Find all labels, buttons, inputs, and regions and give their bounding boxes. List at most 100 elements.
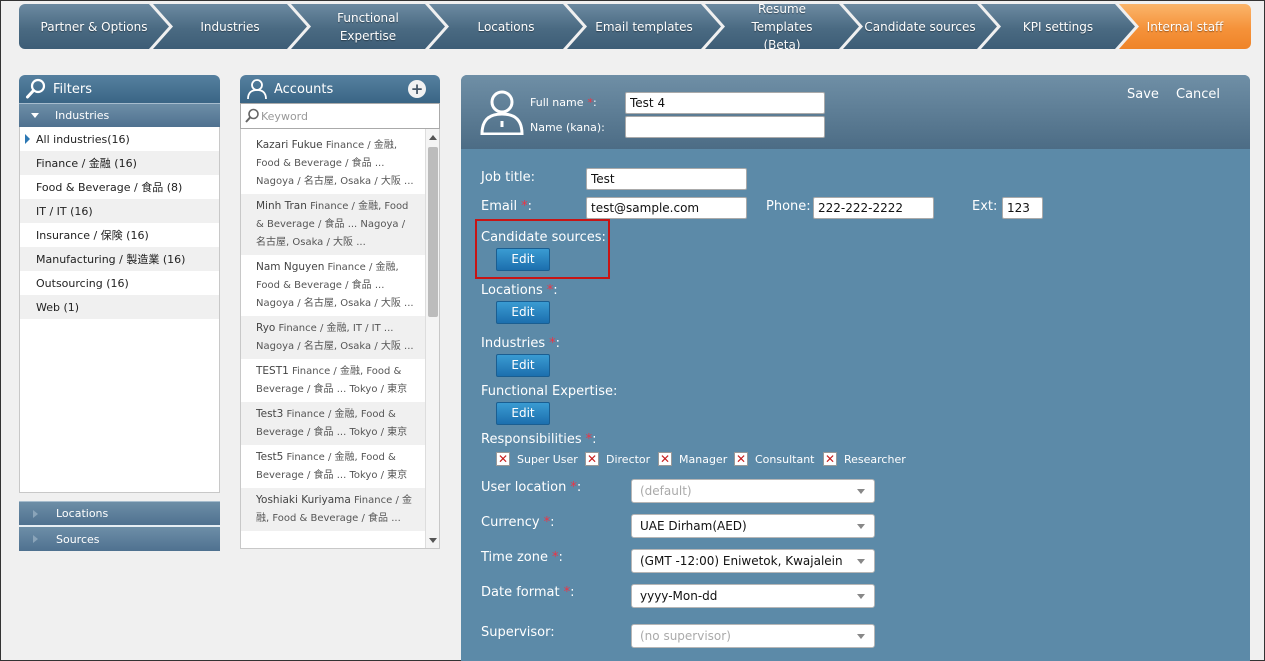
scroll-down-arrow-icon[interactable] xyxy=(429,538,437,543)
responsibilities-label: Responsibilities *: xyxy=(481,432,597,447)
locations-label-text: Locations xyxy=(481,283,543,298)
account-row[interactable]: Test5 Finance / 金融, Food & Beverage / 食品… xyxy=(241,445,425,488)
account-detail: Finance / 金融, xyxy=(324,262,399,273)
locations-label: Locations *: xyxy=(481,283,558,298)
account-line: Test5 Finance / 金融, Food & xyxy=(256,448,419,467)
account-detail: Nagoya / 名古屋, Osaka / 大阪 ... xyxy=(256,176,414,187)
wizard-steps: Partner & Options Industries Functional … xyxy=(19,4,1251,49)
industry-item-it[interactable]: IT / IT (16) xyxy=(20,199,219,223)
colon: : xyxy=(570,585,575,600)
supervisor-select[interactable]: (no supervisor) xyxy=(631,624,875,648)
staff-detail-header: Full name*: Name (kana): Save Cancel xyxy=(461,75,1250,149)
industries-label: Industries *: xyxy=(481,336,560,351)
responsibility-manager-checkbox[interactable]: ✕ Manager xyxy=(658,452,727,466)
wizard-step-industries[interactable]: Industries xyxy=(153,4,307,49)
chevron-right-icon xyxy=(33,509,38,518)
currency-label-text: Currency xyxy=(481,515,540,530)
account-row[interactable]: Test3 Finance / 金融, Food & Beverage / 食品… xyxy=(241,402,425,445)
account-name: Yoshiaki Kuriyama xyxy=(256,494,351,506)
industries-label-text: Industries xyxy=(481,336,546,351)
account-line: Kazari Fukue Finance / 金融, xyxy=(256,136,419,155)
add-account-button[interactable]: + xyxy=(408,80,426,98)
account-detail: Nagoya / 名古屋, Osaka / 大阪 ... xyxy=(256,341,414,352)
checkbox-x-icon: ✕ xyxy=(496,452,510,466)
industries-section-toggle[interactable]: Industries xyxy=(19,103,220,127)
responsibility-consultant-checkbox[interactable]: ✕ Consultant xyxy=(734,452,814,466)
industry-label: Insurance / 保険 (16) xyxy=(36,229,149,242)
job-title-input[interactable] xyxy=(586,168,747,190)
industry-item-all[interactable]: All industries(16) xyxy=(20,127,219,151)
sources-section-toggle[interactable]: Sources xyxy=(19,525,220,551)
account-row[interactable]: Minh Tran Finance / 金融, Food & Beverage … xyxy=(241,194,425,255)
wizard-step-functional-expertise[interactable]: Functional Expertise xyxy=(291,4,445,49)
wizard-step-kpi-settings[interactable]: KPI settings xyxy=(981,4,1135,49)
responsibility-researcher-checkbox[interactable]: ✕ Researcher xyxy=(823,452,906,466)
account-detail: Beverage / 食品 ... Tokyo / 東京 xyxy=(256,427,408,438)
ext-input[interactable] xyxy=(1002,197,1043,219)
account-detail: Food & Beverage / 食品 ... xyxy=(256,280,385,291)
cancel-button[interactable]: Cancel xyxy=(1176,87,1220,102)
account-row[interactable]: Kazari Fukue Finance / 金融, Food & Bevera… xyxy=(241,133,425,194)
account-detail: Beverage / 食品 ... Tokyo / 東京 xyxy=(256,470,408,481)
filters-title: Filters xyxy=(53,81,92,97)
industry-item-finance[interactable]: Finance / 金融 (16) xyxy=(20,151,219,175)
staff-detail-panel: Full name*: Name (kana): Save Cancel Job… xyxy=(461,75,1250,661)
wizard-step-resume-templates[interactable]: Resume Templates (Beta) xyxy=(705,4,859,49)
scroll-up-arrow-icon[interactable] xyxy=(429,135,437,140)
wizard-step-partner-options[interactable]: Partner & Options xyxy=(19,4,169,49)
wizard-step-locations[interactable]: Locations xyxy=(429,4,583,49)
dropdown-arrow-icon xyxy=(857,489,865,494)
save-button[interactable]: Save xyxy=(1127,87,1159,102)
candidate-sources-edit-button[interactable]: Edit xyxy=(496,248,550,271)
industry-label: Outsourcing (16) xyxy=(36,276,129,290)
date-format-label-text: Date format xyxy=(481,585,560,600)
time-zone-label: Time zone *: xyxy=(481,550,563,565)
account-row[interactable]: TEST1 Finance / 金融, Food & Beverage / 食品… xyxy=(241,359,425,402)
wizard-step-email-templates[interactable]: Email templates xyxy=(567,4,721,49)
scroll-thumb[interactable] xyxy=(428,147,438,317)
locations-edit-button[interactable]: Edit xyxy=(496,301,550,324)
industry-label: Manufacturing / 製造業 (16) xyxy=(36,253,186,266)
currency-select[interactable]: UAE Dirham(AED) xyxy=(631,514,875,538)
account-detail: Finance / 金融, Food & xyxy=(283,409,396,420)
time-zone-label-text: Time zone xyxy=(481,550,548,565)
checkbox-label: Consultant xyxy=(755,452,815,466)
keyword-search-input[interactable] xyxy=(261,109,431,123)
industry-item-outsourcing[interactable]: Outsourcing (16) xyxy=(20,271,219,295)
account-row[interactable]: Yoshiaki Kuriyama Finance / 金 融, Food & … xyxy=(241,488,425,531)
account-row[interactable]: Nam Nguyen Finance / 金融, Food & Beverage… xyxy=(241,255,425,316)
colon: : xyxy=(553,283,558,298)
locations-section-toggle[interactable]: Locations xyxy=(19,501,220,525)
phone-input[interactable] xyxy=(813,197,934,219)
name-kana-label: Name (kana): xyxy=(530,121,605,134)
user-location-select[interactable]: (default) xyxy=(631,479,875,503)
checkbox-x-icon: ✕ xyxy=(585,452,599,466)
accounts-scrollbar[interactable] xyxy=(425,129,439,548)
full-name-label-text: Full name xyxy=(530,96,584,109)
industry-label: Web (1) xyxy=(36,300,80,314)
industry-item-insurance[interactable]: Insurance / 保険 (16) xyxy=(20,223,219,247)
wizard-step-internal-staff[interactable]: Internal staff xyxy=(1119,4,1251,49)
industry-item-manufacturing[interactable]: Manufacturing / 製造業 (16) xyxy=(20,247,219,271)
responsibility-super-user-checkbox[interactable]: ✕ Super User xyxy=(496,452,578,466)
industries-edit-button[interactable]: Edit xyxy=(496,354,550,377)
full-name-input[interactable] xyxy=(625,92,825,114)
industry-item-food-beverage[interactable]: Food & Beverage / 食品 (8) xyxy=(20,175,219,199)
responsibility-director-checkbox[interactable]: ✕ Director xyxy=(585,452,650,466)
account-detail: Finance / 金融, Food xyxy=(306,201,409,212)
account-line: Nam Nguyen Finance / 金融, xyxy=(256,258,419,277)
email-input[interactable] xyxy=(586,197,747,219)
phone-label: Phone: xyxy=(766,199,811,214)
account-detail: 融, Food & Beverage / 食品 ... xyxy=(256,513,401,524)
name-kana-input[interactable] xyxy=(625,116,825,138)
accounts-header: Accounts + xyxy=(240,75,440,103)
date-format-label: Date format *: xyxy=(481,585,574,600)
wizard-step-candidate-sources[interactable]: Candidate sources xyxy=(843,4,997,49)
time-zone-select[interactable]: (GMT -12:00) Eniwetok, Kwajalein xyxy=(631,549,875,573)
functional-expertise-edit-button[interactable]: Edit xyxy=(496,402,550,425)
date-format-select[interactable]: yyyy-Mon-dd xyxy=(631,584,875,608)
account-row[interactable]: Ryo Finance / 金融, IT / IT ... Nagoya / 名… xyxy=(241,316,425,359)
supervisor-value: (no supervisor) xyxy=(640,629,731,643)
industry-item-web[interactable]: Web (1) xyxy=(20,295,219,319)
